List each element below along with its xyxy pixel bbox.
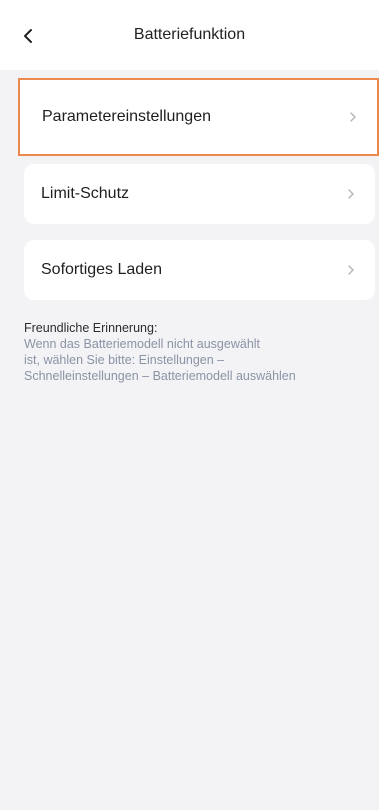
reminder-title: Freundliche Erinnerung: [24, 321, 158, 335]
reminder-line: Wenn das Batteriemodell nicht ausgewählt [24, 337, 261, 351]
chevron-right-icon [347, 264, 355, 276]
reminder-line: ist, wählen Sie bitte: Einstellungen – [24, 353, 225, 367]
menu-item-label: Limit-Schutz [41, 185, 130, 202]
top-bar: Batteriefunktion [0, 0, 379, 70]
page-title: Batteriefunktion [133, 26, 246, 43]
menu-item-parametereinstellungen[interactable]: Parametereinstellungen [18, 78, 379, 156]
reminder-note: Freundliche Erinnerung: Wenn das Batteri… [24, 320, 369, 384]
chevron-right-icon [347, 188, 355, 200]
menu-item-limit-schutz[interactable]: Limit-Schutz [24, 164, 375, 224]
reminder-line: Schnelleinstellungen – Batteriemodell au… [24, 369, 296, 383]
chevron-right-icon [349, 111, 357, 123]
menu-item-label: Parametereinstellungen [42, 108, 211, 125]
menu-item-label: Sofortiges Laden [41, 261, 162, 278]
menu-item-sofortiges-laden[interactable]: Sofortiges Laden [24, 240, 375, 300]
content-area: Parametereinstellungen Limit-Schutz Sofo… [0, 70, 379, 810]
